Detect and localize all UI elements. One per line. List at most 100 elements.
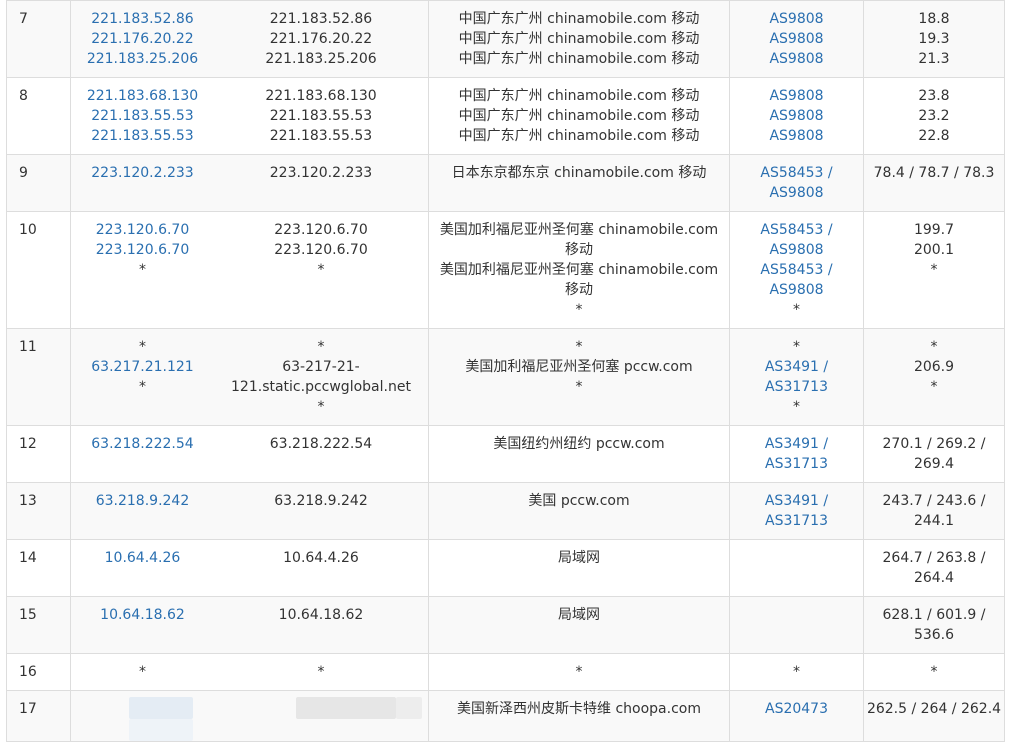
asn-link[interactable]: AS58453 / — [730, 163, 863, 183]
asn-link[interactable]: AS3491 / — [730, 434, 863, 454]
asn-link[interactable]: AS9808 — [730, 29, 863, 49]
ip-cell: 221.183.68.130 221.183.55.53 221.183.55.… — [70, 77, 429, 155]
ip-cell: * 63.217.21.121 * * 63-217-21- 121.stati… — [70, 328, 429, 426]
hop-row: 17 美国新泽西州皮斯卡特维 choopa.com AS20473 262.5 — [6, 690, 1005, 742]
ip-link[interactable]: 221.183.68.130 — [71, 86, 214, 106]
rtt-value: 628.1 / 601.9 / — [882, 607, 986, 623]
hop-number: 10 — [6, 211, 71, 329]
geo-cell: * 美国加利福尼亚州圣何塞 pccw.com * — [428, 328, 730, 426]
asn-link[interactable]: AS31713 — [730, 377, 863, 397]
ip-cell: * * — [70, 653, 429, 691]
hop-row: 16 * * * * * — [6, 653, 1005, 691]
geo-text: * — [575, 302, 583, 318]
geo-text: 美国加利福尼亚州圣何塞 chinamobile.com — [439, 262, 719, 278]
geo-text: 美国新泽西州皮斯卡特维 choopa.com — [457, 701, 701, 717]
asn-link[interactable]: AS9808 — [730, 9, 863, 29]
ip-link[interactable]: 221.183.25.206 — [71, 49, 214, 69]
asn-link[interactable]: AS9808 — [730, 126, 863, 146]
ip-link[interactable]: 223.120.6.70 — [71, 240, 214, 260]
hostname: * — [317, 399, 325, 415]
geo-cell: 美国 pccw.com — [428, 482, 730, 540]
ip-cell: 223.120.2.233 223.120.2.233 — [70, 154, 429, 212]
asn-timeout: * — [793, 664, 800, 680]
geo-cell: 局域网 — [428, 539, 730, 597]
ip-link[interactable]: 10.64.4.26 — [71, 548, 214, 568]
geo-text: 中国广东广州 chinamobile.com 移动 — [458, 31, 700, 47]
redacted-hostname — [396, 697, 423, 719]
geo-cell: 美国新泽西州皮斯卡特维 choopa.com — [428, 690, 730, 742]
asn-link[interactable]: AS20473 — [730, 699, 863, 719]
geo-cell: 中国广东广州 chinamobile.com 移动 中国广东广州 chinamo… — [428, 0, 730, 78]
hostname: * — [317, 262, 325, 278]
rtt-value: 243.7 / 243.6 / — [882, 493, 986, 509]
ip-link[interactable]: 223.120.6.70 — [71, 220, 214, 240]
hostname: 121.static.pccwglobal.net — [231, 379, 411, 395]
asn-timeout: * — [793, 399, 800, 415]
rtt-value: 270.1 / 269.2 / — [882, 436, 986, 452]
ip-link[interactable]: 221.183.55.53 — [71, 106, 214, 126]
rtt-value: * — [930, 339, 938, 355]
redacted-hostname — [296, 697, 397, 719]
ip-link[interactable]: 63.218.9.242 — [71, 491, 214, 511]
rtt-value: 19.3 — [918, 31, 950, 47]
hop-number: 17 — [6, 690, 71, 742]
asn-link[interactable]: AS9808 — [730, 106, 863, 126]
rtt-cell: 18.8 19.3 21.3 — [863, 0, 1005, 78]
rtt-cell: * 206.9 * — [863, 328, 1005, 426]
asn-cell: AS9808 AS9808 AS9808 — [729, 0, 864, 78]
ip-link[interactable]: 63.218.222.54 — [71, 434, 214, 454]
asn-link[interactable]: AS58453 / — [730, 260, 863, 280]
hostname: 63-217-21- — [282, 359, 360, 375]
hop-row: 10 223.120.6.70 223.120.6.70 * 223.120.6… — [6, 211, 1005, 329]
ip-timeout: * — [138, 262, 146, 278]
geo-text: 美国纽约州纽约 pccw.com — [493, 436, 665, 452]
rtt-value: 200.1 — [913, 242, 955, 258]
ip-cell: 63.218.9.242 63.218.9.242 — [70, 482, 429, 540]
rtt-value: 78.4 / 78.7 / 78.3 — [873, 165, 995, 181]
ip-link[interactable]: 221.176.20.22 — [71, 29, 214, 49]
asn-link[interactable]: AS31713 — [730, 454, 863, 474]
geo-text: * — [575, 664, 583, 680]
hostname: 221.183.25.206 — [265, 51, 377, 67]
geo-text: 移动 — [565, 242, 593, 258]
rtt-value: 22.8 — [918, 128, 950, 144]
asn-link[interactable]: AS9808 — [730, 183, 863, 203]
asn-link[interactable]: AS9808 — [730, 86, 863, 106]
asn-link[interactable]: AS3491 / — [730, 357, 863, 377]
ip-link[interactable]: 221.183.55.53 — [71, 126, 214, 146]
rtt-value: * — [930, 379, 938, 395]
redacted-ip — [129, 719, 193, 741]
rtt-cell: 199.7 200.1 * — [863, 211, 1005, 329]
hop-row: 13 63.218.9.242 63.218.9.242 美国 pccw.com… — [6, 482, 1005, 540]
asn-timeout: * — [793, 302, 800, 318]
asn-link[interactable]: AS3491 / — [730, 491, 863, 511]
hop-number: 9 — [6, 154, 71, 212]
geo-cell: 美国纽约州纽约 pccw.com — [428, 425, 730, 483]
rtt-value: 23.8 — [918, 88, 950, 104]
ip-timeout: * — [138, 379, 146, 395]
asn-link[interactable]: AS31713 — [730, 511, 863, 531]
asn-cell: * AS3491 / AS31713 * — [729, 328, 864, 426]
rtt-value: 199.7 — [913, 222, 955, 238]
ip-cell: 10.64.4.26 10.64.4.26 — [70, 539, 429, 597]
hop-number: 7 — [6, 0, 71, 78]
rtt-cell: 23.8 23.2 22.8 — [863, 77, 1005, 155]
geo-cell: 美国加利福尼亚州圣何塞 chinamobile.com 移动 美国加利福尼亚州圣… — [428, 211, 730, 329]
asn-cell: AS9808 AS9808 AS9808 — [729, 77, 864, 155]
asn-cell — [729, 539, 864, 597]
asn-link[interactable]: AS9808 — [730, 49, 863, 69]
geo-text: 日本东京都东京 chinamobile.com 移动 — [451, 165, 707, 181]
hop-number: 8 — [6, 77, 71, 155]
ip-link[interactable]: 10.64.18.62 — [71, 605, 214, 625]
ip-cell: 223.120.6.70 223.120.6.70 * 223.120.6.70… — [70, 211, 429, 329]
ip-link[interactable]: 221.183.52.86 — [71, 9, 214, 29]
asn-link[interactable]: AS9808 — [730, 240, 863, 260]
rtt-value: 269.4 — [913, 456, 955, 472]
ip-link[interactable]: 223.120.2.233 — [71, 163, 214, 183]
asn-link[interactable]: AS58453 / — [730, 220, 863, 240]
asn-cell: AS58453 / AS9808 AS58453 / AS9808 * — [729, 211, 864, 329]
rtt-value: 23.2 — [918, 108, 950, 124]
asn-link[interactable]: AS9808 — [730, 280, 863, 300]
geo-cell: 局域网 — [428, 596, 730, 654]
ip-link[interactable]: 63.217.21.121 — [71, 357, 214, 377]
